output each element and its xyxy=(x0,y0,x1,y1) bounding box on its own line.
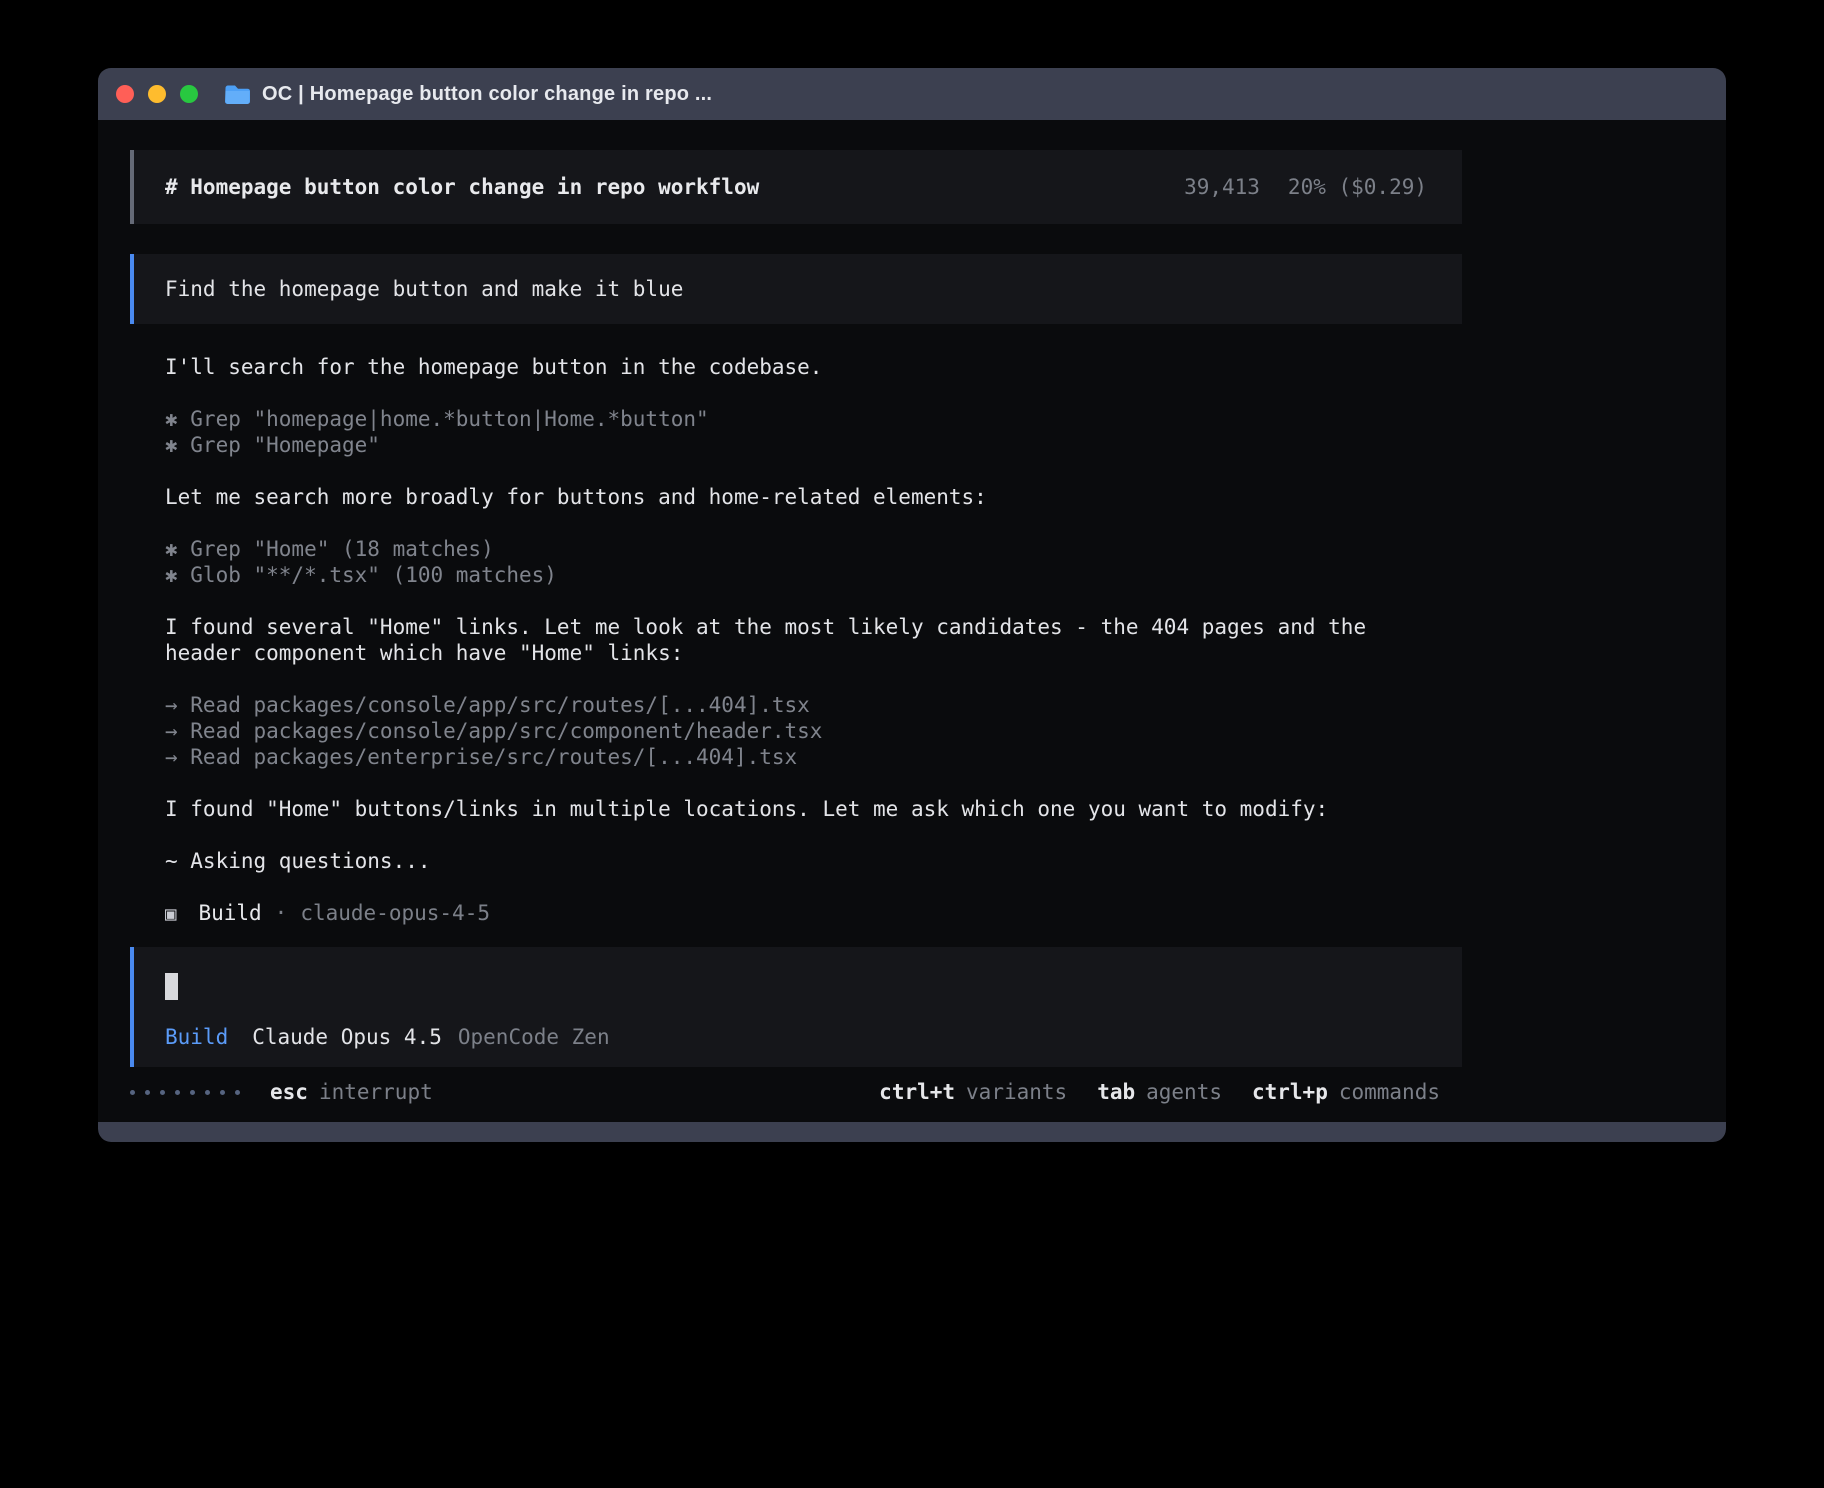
terminal-content: # Homepage button color change in repo w… xyxy=(98,120,1726,1105)
tool-call-glob: ✱ Glob "**/*.tsx" (100 matches) xyxy=(165,562,1427,588)
user-message: Find the homepage button and make it blu… xyxy=(130,254,1462,324)
model-status-line: Build Claude Opus 4.5 OpenCode Zen xyxy=(165,1024,1427,1050)
title-bar[interactable]: OC | Homepage button color change in rep… xyxy=(98,68,1726,120)
shortcut-label: agents xyxy=(1146,1079,1222,1105)
tool-call-read: → Read packages/enterprise/src/routes/[.… xyxy=(165,744,1427,770)
session-title: # Homepage button color change in repo w… xyxy=(165,174,759,200)
tool-call-grep: ✱ Grep "homepage|home.*button|Home.*butt… xyxy=(165,406,1427,432)
status-asking-questions: ~ Asking questions... xyxy=(165,848,1427,874)
input-agent-label[interactable]: Build xyxy=(165,1024,228,1050)
folder-icon xyxy=(224,83,251,105)
status-bar-left: esc interrupt xyxy=(130,1079,433,1105)
session-stats: 39,413 20% ($0.29) xyxy=(1184,174,1427,200)
user-message-text: Find the homepage button and make it blu… xyxy=(165,277,683,301)
assistant-transcript: I'll search for the homepage button in t… xyxy=(130,354,1462,927)
tool-call-grep: ✱ Grep "Home" (18 matches) xyxy=(165,536,1427,562)
esc-key-hint: esc xyxy=(270,1079,308,1105)
agent-icon: ▣ xyxy=(165,901,176,927)
close-button[interactable] xyxy=(116,85,134,103)
context-cost: 20% ($0.29) xyxy=(1288,174,1427,200)
traffic-lights xyxy=(116,85,198,103)
shortcut-variants: ctrl+t variants xyxy=(879,1079,1067,1105)
shortcut-key: ctrl+t xyxy=(879,1079,955,1105)
tool-call-read: → Read packages/console/app/src/componen… xyxy=(165,718,1427,744)
status-bar: esc interrupt ctrl+t variants tab agents… xyxy=(130,1079,1462,1105)
zoom-button[interactable] xyxy=(180,85,198,103)
agent-model: claude-opus-4-5 xyxy=(300,900,490,926)
assistant-text: I found "Home" buttons/links in multiple… xyxy=(165,796,1427,822)
shortcut-key: tab xyxy=(1097,1079,1135,1105)
prompt-input[interactable]: Build Claude Opus 4.5 OpenCode Zen xyxy=(130,947,1462,1067)
input-model-label[interactable]: Claude Opus 4.5 xyxy=(252,1024,442,1050)
terminal-window: OC | Homepage button color change in rep… xyxy=(98,68,1726,1142)
agent-name: Build xyxy=(198,900,261,926)
assistant-text: I found several "Home" links. Let me loo… xyxy=(165,614,1427,666)
agent-status-line: ▣ Build · claude-opus-4-5 xyxy=(165,900,1427,927)
window-bottom-edge xyxy=(98,1122,1726,1142)
shortcut-commands: ctrl+p commands xyxy=(1252,1079,1440,1105)
tool-call-grep: ✱ Grep "Homepage" xyxy=(165,432,1427,458)
shortcut-label: variants xyxy=(966,1079,1067,1105)
status-bar-right: ctrl+t variants tab agents ctrl+p comman… xyxy=(879,1079,1440,1105)
assistant-text: I'll search for the homepage button in t… xyxy=(165,354,1427,380)
separator-dot: · xyxy=(275,900,288,926)
assistant-text: Let me search more broadly for buttons a… xyxy=(165,484,1427,510)
token-count: 39,413 xyxy=(1184,174,1260,200)
input-provider-label: OpenCode Zen xyxy=(458,1024,610,1050)
tui-column: # Homepage button color change in repo w… xyxy=(130,150,1462,1105)
esc-key-label: interrupt xyxy=(319,1079,433,1105)
text-cursor xyxy=(165,973,178,1000)
shortcut-agents: tab agents xyxy=(1097,1079,1222,1105)
tool-call-read: → Read packages/console/app/src/routes/[… xyxy=(165,692,1427,718)
shortcut-label: commands xyxy=(1339,1079,1440,1105)
window-title: OC | Homepage button color change in rep… xyxy=(262,83,712,106)
minimize-button[interactable] xyxy=(148,85,166,103)
spinner-dots-icon xyxy=(130,1090,240,1095)
session-header: # Homepage button color change in repo w… xyxy=(130,150,1462,224)
shortcut-key: ctrl+p xyxy=(1252,1079,1328,1105)
